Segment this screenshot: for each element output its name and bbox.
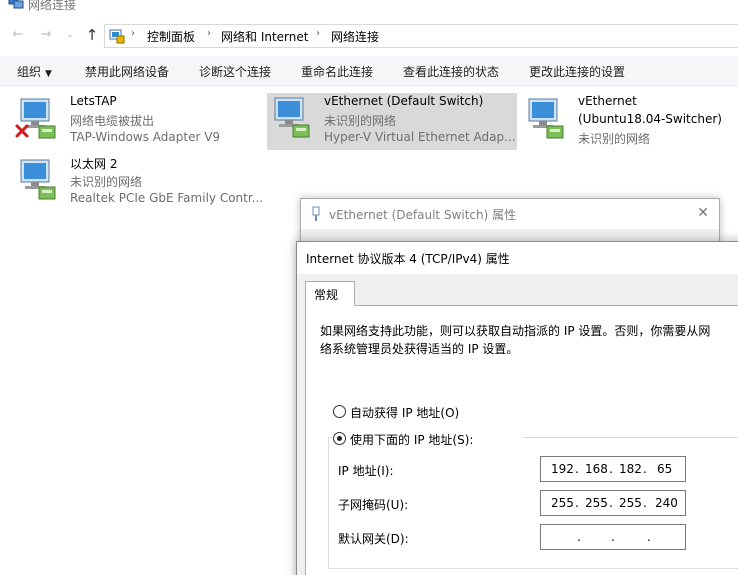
adapter-device: Hyper-V Virtual Ethernet Adap... [324,130,516,144]
radio-unselected-icon [333,405,346,418]
breadcrumb-separator-icon[interactable]: › [207,28,211,39]
control-panel-icon [109,29,125,44]
network-adapter-icon [274,97,310,138]
breadcrumb-network-connections[interactable]: 网络连接 [331,28,379,45]
dialog-title: vEthernet (Default Switch) 属性 [329,208,517,222]
up-arrow-icon[interactable]: ↑ [84,26,100,44]
ip-address-label: IP 地址(I): [338,464,394,478]
network-adapter-icon [20,159,56,200]
ip-octet-3: 182 [619,462,642,476]
back-arrow-icon[interactable]: ← [10,26,26,44]
tab-label: 常规 [314,288,339,302]
breadcrumb-separator-icon[interactable]: › [316,28,320,39]
mask-dot: . [643,496,647,510]
adapter-status: 未识别的网络 [324,114,397,128]
obtain-ip-automatically-radio[interactable]: 自动获得 IP 地址(O) [333,404,533,420]
mask-dot: . [609,496,613,510]
ip-dot: . [609,462,613,476]
mask-dot: . [575,496,579,510]
adapter-status: 网络电缆被拔出 [70,114,155,128]
network-adapter-icon [528,98,564,139]
organize-menu-button[interactable]: 组织 ▼ [17,63,52,80]
caret-down-icon: ▼ [45,69,52,79]
ip-octet-1: 192 [551,462,574,476]
gateway-dot: . [647,530,651,544]
general-tab-panel: 如果网络支持此功能，则可以获取自动指派的 IP 设置。否则，你需要从网 络系统管… [305,305,738,575]
mask-octet-4: 240 [655,496,678,510]
organize-label: 组织 [17,65,42,79]
mask-octet-2: 255 [585,496,608,510]
navigation-bar: ← → ⌄ ↑ › 控制面板 › 网络和 Internet › 网络连接 [0,20,738,50]
radio-selected-icon [333,432,346,445]
ip-address-input[interactable]: 192 . 168 . 182 . 65 [540,456,686,482]
description-line-1: 如果网络支持此功能，则可以获取自动指派的 IP 设置。否则，你需要从网 [320,324,711,338]
rename-connection-button[interactable]: 重命名此连接 [301,63,373,80]
adapter-name-line2: (Ubuntu18.04-Switcher) [578,112,722,126]
ip-dot: . [575,462,579,476]
subnet-mask-input[interactable]: 255 . 255 . 255 . 240 [540,490,686,516]
adapter-name: 以太网 2 [70,157,118,171]
dialog-title: Internet 协议版本 4 (TCP/IPv4) 属性 [306,252,510,266]
adapter-device: Realtek PCIe GbE Family Contr... [70,191,264,205]
ipv4-properties-dialog: Internet 协议版本 4 (TCP/IPv4) 属性 常规 如果网络支持此… [296,241,738,575]
ip-octet-2: 168 [585,462,608,476]
address-bar[interactable]: › 控制面板 › 网络和 Internet › 网络连接 [104,24,738,48]
ip-settings-description: 如果网络支持此功能，则可以获取自动指派的 IP 设置。否则，你需要从网 络系统管… [320,322,730,358]
subnet-mask-label: 子网掩码(U): [338,498,409,512]
description-line-2: 络系统管理员处获得适当的 IP 设置。 [320,342,519,356]
change-settings-button[interactable]: 更改此连接的设置 [529,63,625,80]
close-icon[interactable]: ✕ [697,205,709,221]
gateway-dot: . [611,530,615,544]
recent-locations-chevron-icon[interactable]: ⌄ [62,26,78,44]
forward-arrow-icon[interactable]: → [38,26,54,44]
breadcrumb-separator-icon: › [131,28,135,39]
adapter-status: 未识别的网络 [578,132,651,146]
ethernet-plug-icon [312,206,320,221]
disable-device-button[interactable]: 禁用此网络设备 [85,63,169,80]
use-following-ip-radio[interactable]: 使用下面的 IP 地址(S): [333,431,523,447]
ip-octet-4: 65 [657,462,673,476]
disconnected-x-icon [15,124,29,138]
radio-label: 使用下面的 IP 地址(S): [350,433,474,447]
diagnose-connection-button[interactable]: 诊断这个连接 [199,63,271,80]
breadcrumb-network-internet[interactable]: 网络和 Internet [221,28,308,45]
mask-octet-1: 255 [551,496,574,510]
adapter-name: LetsTAP [70,94,117,108]
view-status-button[interactable]: 查看此连接的状态 [403,63,499,80]
command-bar: 组织 ▼ 禁用此网络设备 诊断这个连接 重命名此连接 查看此连接的状态 更改此连接… [0,56,738,86]
adapter-item-ethernet-2[interactable]: 以太网 2 未识别的网络 Realtek PCIe GbE Family Con… [13,155,263,213]
adapter-item-vethernet-default[interactable]: vEthernet (Default Switch) 未识别的网络 Hyper-… [267,93,517,150]
mask-octet-3: 255 [619,496,642,510]
radio-label: 自动获得 IP 地址(O) [350,406,460,420]
adapter-status: 未识别的网络 [70,175,143,189]
default-gateway-label: 默认网关(D): [338,532,409,546]
gateway-dot: . [577,530,581,544]
adapter-item-vethernet-ubuntu[interactable]: vEthernet (Ubuntu18.04-Switcher) 未识别的网络 [521,94,738,152]
dialog-titlebar: Internet 协议版本 4 (TCP/IPv4) 属性 [297,242,738,274]
adapter-device: TAP-Windows Adapter V9 [70,130,221,144]
window-title: 网络连接 [28,0,77,12]
ip-dot: . [643,462,647,476]
adapter-item-letstap[interactable]: LetsTAP 网络电缆被拔出 TAP-Windows Adapter V9 [13,94,263,152]
adapter-name: vEthernet [578,94,637,108]
default-gateway-input[interactable]: . . . [540,524,686,550]
tab-general[interactable]: 常规 [305,281,355,306]
adapter-name: vEthernet (Default Switch) [324,94,484,108]
breadcrumb-control-panel[interactable]: 控制面板 [147,28,195,45]
window-titlebar: 网络连接 [0,0,738,14]
network-connections-icon [8,0,24,9]
dialog-titlebar: vEthernet (Default Switch) 属性 ✕ [301,199,719,229]
